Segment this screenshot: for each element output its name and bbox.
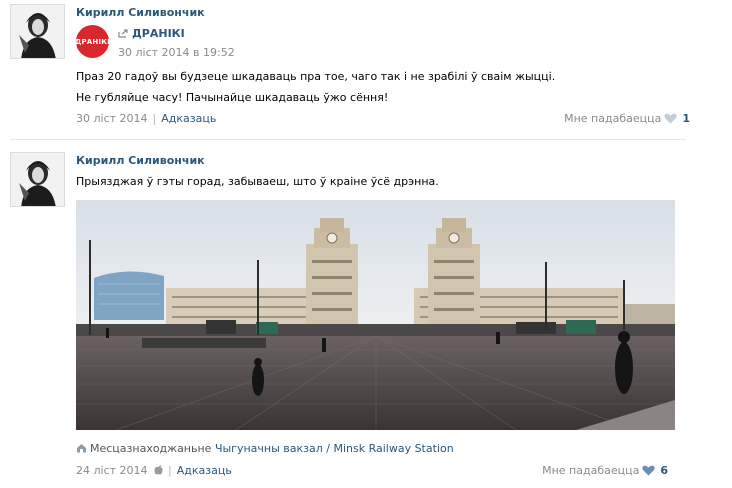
- repost-date[interactable]: 30 ліст 2014 в 19:52: [118, 46, 235, 59]
- location-link[interactable]: Чыгуначны вакзал / Minsk Railway Station: [215, 442, 454, 455]
- post-meta: 30 ліст 2014 | Адказаць: [76, 112, 216, 125]
- reply-link[interactable]: Адказаць: [177, 464, 232, 477]
- like-count: 6: [660, 464, 668, 477]
- avatar-image: [11, 5, 64, 58]
- post-text-line: Не губляйце часу! Пачынайце шкадаваць ўж…: [76, 91, 389, 104]
- post-author[interactable]: Кирилл Силивончик: [76, 6, 205, 19]
- like-button[interactable]: Мне падабаецца 1: [564, 112, 690, 125]
- location-label: Месцазнаходжаньне: [90, 442, 212, 455]
- location-line: Месцазнаходжаньне Чыгуначны вакзал / Min…: [76, 442, 454, 455]
- post-text: Прыязджая ў гэты горад, забываеш, што ў …: [76, 175, 439, 188]
- railway-station-panorama: [76, 200, 675, 430]
- heart-icon: [664, 113, 677, 124]
- wall-post-1: Кирилл Силивончик ДРАНІКІ ДРАНІКІ 30 ліс…: [0, 0, 690, 140]
- home-icon: [77, 444, 86, 453]
- post-author[interactable]: Кирилл Силивончик: [76, 154, 205, 167]
- heart-icon: [642, 465, 655, 476]
- avatar-image: [11, 153, 64, 206]
- post-meta: 24 ліст 2014 | Адказаць: [76, 464, 232, 477]
- like-label: Мне падабаецца: [564, 112, 662, 125]
- like-count: 1: [682, 112, 690, 125]
- post-date[interactable]: 30 ліст 2014: [76, 112, 148, 125]
- meta-separator: |: [168, 464, 172, 477]
- post-date[interactable]: 24 ліст 2014: [76, 464, 148, 477]
- post-text-line: Праз 20 гадоў вы будзеце шкадаваць пра т…: [76, 70, 556, 83]
- reply-link[interactable]: Адказаць: [161, 112, 216, 125]
- repost-arrow-icon: [118, 29, 128, 38]
- meta-separator: |: [152, 112, 157, 125]
- apple-icon: [154, 465, 163, 475]
- author-avatar[interactable]: [10, 4, 65, 59]
- repost-source-logo[interactable]: ДРАНІКІ: [75, 25, 110, 58]
- repost-logo-text: ДРАНІКІ: [75, 37, 110, 46]
- post-photo[interactable]: [76, 200, 675, 430]
- repost-source-name[interactable]: ДРАНІКІ: [118, 27, 185, 40]
- like-label: Мне падабаецца: [542, 464, 640, 477]
- like-button[interactable]: Мне падабаецца 6: [542, 464, 668, 477]
- author-avatar[interactable]: [10, 152, 65, 207]
- post-text: Праз 20 гадоў вы будзеце шкадаваць пра т…: [76, 66, 555, 108]
